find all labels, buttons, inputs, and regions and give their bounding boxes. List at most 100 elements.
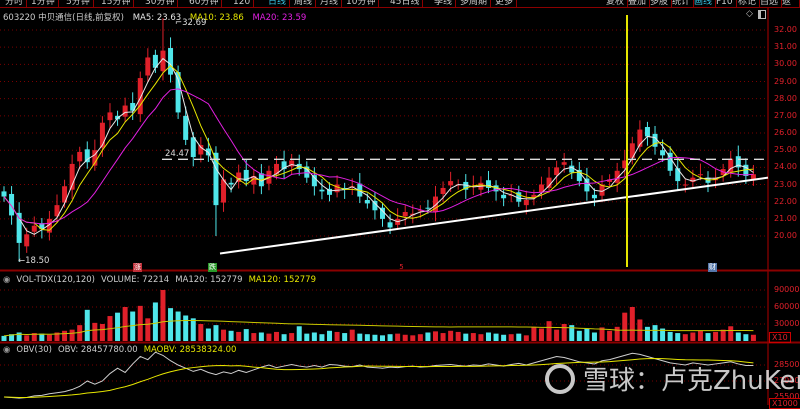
volume-bar [92,322,98,341]
volume-bar [607,330,613,341]
candle-body [425,207,431,209]
volume-bar [175,311,181,341]
candle-body [501,194,507,199]
volume-bar [160,290,166,341]
candle-body [77,151,83,162]
volume-bar [183,315,189,341]
candle-body [402,212,408,217]
obv-value: OBV: 28457780.00 [57,345,138,355]
volume-bar [644,326,650,341]
candle-body [122,105,128,117]
volume-bar [576,330,582,341]
candle-body [31,225,37,232]
volume-bar [319,334,325,341]
volume-bar [357,333,363,341]
volume-bar [417,334,423,341]
candle-body [311,175,317,187]
candle-body [24,234,30,247]
volume-bar [493,333,499,341]
volume-bar [508,334,514,341]
volume-bar [289,333,295,341]
watermark: 雪球：卢克ZhuKer [545,360,800,397]
candle-body [697,174,703,176]
volume-ma120: MA120: 152779 [175,275,243,285]
volume-bar [546,321,552,341]
candle-body [440,187,446,194]
volume-bar [311,332,317,341]
candle-body [448,181,454,186]
volume-bar [652,325,658,341]
candle-body [137,78,143,115]
volume-bar [614,326,620,341]
volume-bar [713,331,719,341]
volume-bar [334,331,340,341]
volume-bar [198,324,204,341]
high-label: ⌐32.69 [175,18,207,28]
volume-bar [62,330,68,341]
volume-bar [697,330,703,341]
price-axis-label: 28.00 [774,93,797,103]
volume-bar [523,335,529,341]
volume-indicator-name: VOL-TDX(120,120) [16,275,95,285]
volume-bar [190,318,196,341]
candle-body [675,168,681,182]
candle-body [228,182,234,185]
volume-bar [440,333,446,341]
volume-bar [372,334,378,341]
volume-bar [432,331,438,341]
volume-bar [1,335,7,341]
volume-bar [728,326,734,341]
volume-bar [137,305,143,341]
candle-body [569,165,575,173]
price-axis-label: 25.00 [774,145,797,155]
volume-bar [281,334,287,341]
volume-header: ◉ VOL-TDX(120,120) VOLUME: 72214 MA120: 152… [3,275,316,285]
volume-bar [478,334,484,341]
candle-body [1,191,7,197]
volume-bar [591,332,597,341]
candle-body [523,199,529,206]
volume-bar [205,328,211,341]
volume-bar [561,324,567,341]
volume-bar [516,333,522,341]
volume-bar [258,332,264,341]
volume-bar [46,334,52,341]
volume-bar [236,331,242,341]
volume-bar [675,333,681,341]
candle-body [387,222,393,228]
candle-body [561,162,567,165]
event-marker[interactable]: 跌 [208,263,217,272]
volume-bar [667,331,673,341]
volume-bar [228,330,234,341]
volume-bar [425,332,431,341]
volume-bar [501,334,507,341]
event-marker[interactable]: 涨 [133,263,142,272]
volume-bar [485,332,491,341]
volume-bar [145,318,151,341]
candle-body [84,149,90,163]
candle-body [9,193,15,216]
volume-value: VOLUME: 72214 [101,275,170,285]
candle-body [660,150,666,156]
volume-bar [115,312,121,341]
volume-bar [538,328,544,341]
volume-bar [629,307,635,341]
volume-bar [750,334,756,341]
volume-bar [296,326,302,341]
volume-bar [402,334,408,341]
event-marker[interactable]: 5 [397,263,406,272]
candle-body [682,184,688,186]
volume-bar [24,335,30,341]
vol-axis-label: 90000 [774,285,800,294]
finance-marker[interactable]: 财 [708,263,717,272]
candle-body [554,167,560,176]
xueqiu-logo-icon [545,363,575,394]
price-axis-label: 21.00 [774,213,797,223]
volume-bar [554,329,560,341]
candle-body [190,137,196,158]
volume-bar [584,328,590,341]
volume-bar [152,302,158,341]
volume-bar [470,333,476,341]
low-label: ←18.50 [18,256,50,266]
volume-bar [327,330,333,341]
